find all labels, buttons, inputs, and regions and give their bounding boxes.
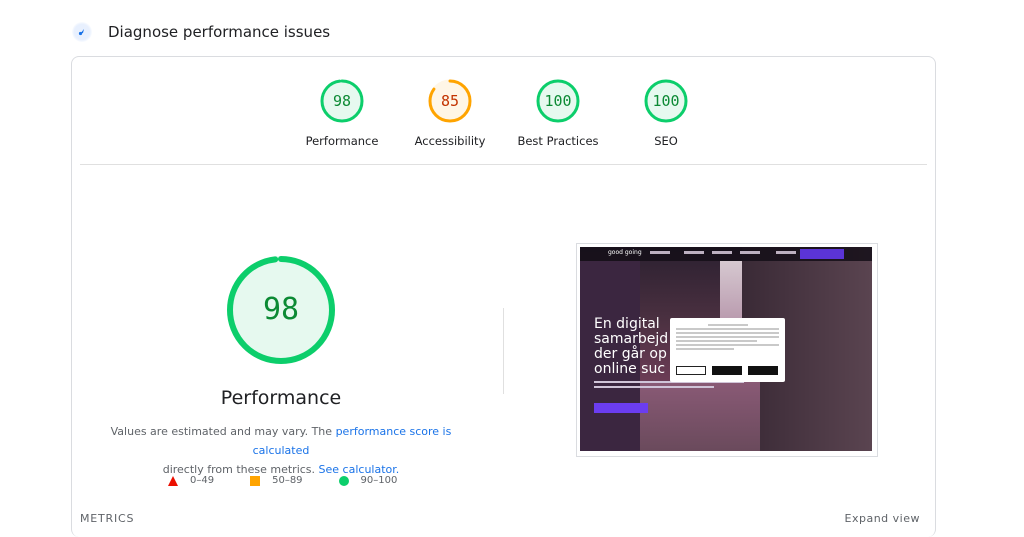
score-value: 85 [440,92,460,110]
gauge-accessibility[interactable]: 85 Accessibility [395,78,505,148]
triangle-icon [168,475,178,486]
thumb-logo: good going [608,249,642,256]
score-label: Performance [305,134,379,148]
gauge-performance[interactable]: 98 Performance [287,78,397,148]
circle-icon [338,475,349,486]
legend-label: 0–49 [190,475,215,486]
legend-average: 50–89 [250,475,303,486]
hero-line: der går op [594,346,667,362]
performance-title: Performance [220,387,342,409]
square-icon [250,475,261,486]
score-summary: 98 Performance 85 Accessibility 100 Best… [72,57,935,165]
legend-label: 90–100 [360,475,398,486]
lighthouse-icon [72,22,92,42]
section-header: Diagnose performance issues [72,20,330,44]
final-screenshot[interactable]: good going En digital samarbejd der går … [576,243,878,457]
legend-label: 50–89 [272,475,303,486]
expand-view-toggle[interactable]: Expand view [845,512,920,525]
thumb-cookie-dialog [670,318,785,382]
score-legend: 0–49 50–89 90–100 [168,475,433,486]
report-card: 98 Performance 85 Accessibility 100 Best… [71,56,936,537]
legend-fail: 0–49 [168,475,214,486]
score-label: Accessibility [414,134,486,148]
hero-line: samarbejd [594,331,669,347]
performance-description: Values are estimated and may vary. The p… [101,422,461,479]
metrics-heading: METRICS [80,512,135,525]
hero-line: online suc [594,361,666,377]
performance-score: 98 [262,292,300,327]
thumb-navbar: good going [580,247,872,261]
gauge-best-practices[interactable]: 100 Best Practices [503,78,613,148]
score-label: Best Practices [517,134,599,148]
gauge-seo[interactable]: 100 SEO [611,78,721,148]
desc-text: Values are estimated and may vary. The [110,425,333,438]
thumb-hero-text: En digital samarbejd der går op online s… [594,317,668,377]
legend-pass: 90–100 [338,475,398,486]
score-label: SEO [654,134,678,148]
section-title: Diagnose performance issues [108,23,331,41]
score-value: 98 [332,92,352,110]
page-thumbnail: good going En digital samarbejd der går … [580,247,872,451]
hero-line: En digital [594,316,660,332]
performance-gauge-large: 98 [226,255,336,365]
score-value: 100 [544,92,572,110]
vertical-divider [503,308,504,394]
divider [80,164,927,165]
score-value: 100 [652,92,680,110]
